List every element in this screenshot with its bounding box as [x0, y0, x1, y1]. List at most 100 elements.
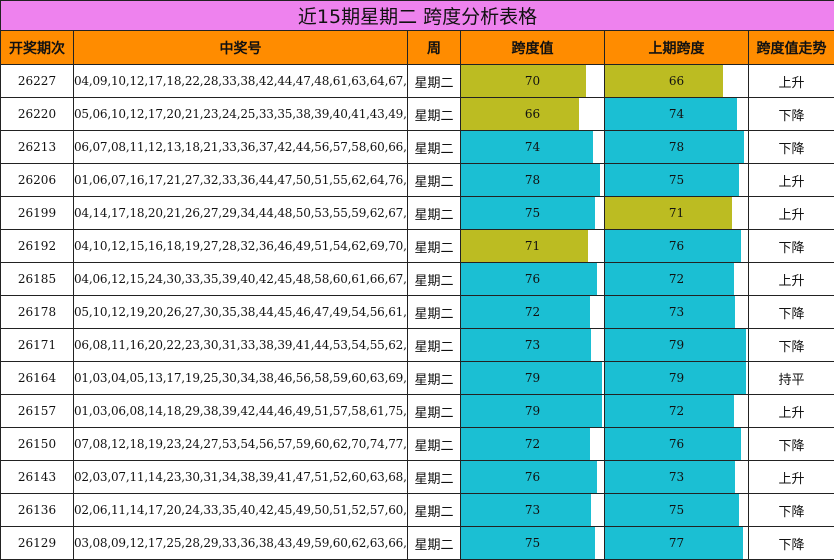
- trend-cell: 持平: [747, 361, 834, 395]
- table-row: 26227 04,09,10,12,17,18,22,28,33,38,42,44…: [0, 64, 834, 98]
- table-row: 26129 03,08,09,12,17,25,28,29,33,36,38,43…: [0, 526, 834, 560]
- week-cell: 星期二: [407, 130, 461, 164]
- table-row: 26157 01,03,06,08,14,18,29,38,39,42,44,46…: [0, 394, 834, 428]
- issue-cell: 26178: [0, 295, 74, 329]
- span-value: 71: [524, 238, 541, 253]
- trend-cell: 下降: [747, 427, 834, 461]
- week-cell: 星期二: [407, 163, 461, 197]
- week-cell: 星期二: [407, 493, 461, 527]
- span-bar-cell: 79: [460, 361, 605, 395]
- span-bar-cell: 71: [460, 229, 605, 263]
- winning-numbers-cell: 06,07,08,11,12,13,18,21,33,36,37,42,44,5…: [73, 130, 408, 164]
- issue-cell: 26227: [0, 64, 74, 98]
- issue-cell: 26192: [0, 229, 74, 263]
- winning-numbers-cell: 02,06,11,14,17,20,24,33,35,40,42,45,49,5…: [73, 493, 408, 527]
- prev-span-value: 77: [668, 535, 685, 550]
- winning-numbers-cell: 05,06,10,12,17,20,21,23,24,25,33,35,38,3…: [73, 97, 408, 131]
- winning-numbers-cell: 07,08,12,18,19,23,24,27,53,54,56,57,59,6…: [73, 427, 408, 461]
- prev-span-bar-cell: 72: [604, 394, 749, 428]
- table-row: 26178 05,10,12,19,20,26,27,30,35,38,44,45…: [0, 295, 834, 329]
- table-row: 26136 02,06,11,14,17,20,24,33,35,40,42,45…: [0, 493, 834, 527]
- span-bar-cell: 73: [460, 493, 605, 527]
- table-row: 26164 01,03,04,05,13,17,19,25,30,34,38,46…: [0, 361, 834, 395]
- header-prev-span: 上期跨度: [604, 30, 749, 65]
- prev-span-value: 76: [668, 238, 685, 253]
- table-title: 近15期星期二 跨度分析表格: [0, 0, 834, 31]
- week-cell: 星期二: [407, 97, 461, 131]
- trend-cell: 下降: [747, 493, 834, 527]
- issue-cell: 26157: [0, 394, 74, 428]
- table-row: 26171 06,08,11,16,20,22,23,30,31,33,38,39…: [0, 328, 834, 362]
- issue-cell: 26171: [0, 328, 74, 362]
- week-cell: 星期二: [407, 361, 461, 395]
- header-trend: 跨度值走势: [747, 30, 834, 65]
- issue-cell: 26164: [0, 361, 74, 395]
- prev-span-value: 72: [668, 403, 685, 418]
- prev-span-value: 76: [668, 436, 685, 451]
- winning-numbers-cell: 03,08,09,12,17,25,28,29,33,36,38,43,49,5…: [73, 526, 408, 560]
- span-bar-cell: 76: [460, 460, 605, 494]
- header-numbers: 中奖号: [73, 30, 408, 65]
- issue-cell: 26213: [0, 130, 74, 164]
- prev-span-bar-cell: 74: [604, 97, 749, 131]
- winning-numbers-cell: 01,06,07,16,17,21,27,32,33,36,44,47,50,5…: [73, 163, 408, 197]
- table-row: 26143 02,03,07,11,14,23,30,31,34,38,39,41…: [0, 460, 834, 494]
- span-bar-cell: 74: [460, 130, 605, 164]
- week-cell: 星期二: [407, 427, 461, 461]
- week-cell: 星期二: [407, 394, 461, 428]
- issue-cell: 26150: [0, 427, 74, 461]
- span-value: 66: [524, 106, 541, 121]
- week-cell: 星期二: [407, 229, 461, 263]
- table-row: 26192 04,10,12,15,16,18,19,27,28,32,36,46…: [0, 229, 834, 263]
- prev-span-bar-cell: 73: [604, 460, 749, 494]
- issue-cell: 26185: [0, 262, 74, 296]
- span-value: 79: [524, 370, 541, 385]
- prev-span-bar-cell: 75: [604, 163, 749, 197]
- table-row: 26185 04,06,12,15,24,30,33,35,39,40,42,45…: [0, 262, 834, 296]
- prev-span-bar-cell: 79: [604, 328, 749, 362]
- trend-cell: 上升: [747, 196, 834, 230]
- span-bar-cell: 76: [460, 262, 605, 296]
- span-bar: [461, 98, 579, 130]
- trend-cell: 下降: [747, 229, 834, 263]
- winning-numbers-cell: 05,10,12,19,20,26,27,30,35,38,44,45,46,4…: [73, 295, 408, 329]
- prev-span-bar-cell: 78: [604, 130, 749, 164]
- prev-span-value: 75: [668, 502, 685, 517]
- week-cell: 星期二: [407, 526, 461, 560]
- span-value: 79: [524, 403, 541, 418]
- trend-cell: 上升: [747, 163, 834, 197]
- winning-numbers-cell: 01,03,06,08,14,18,29,38,39,42,44,46,49,5…: [73, 394, 408, 428]
- week-cell: 星期二: [407, 460, 461, 494]
- span-value: 76: [524, 469, 541, 484]
- prev-span-value: 71: [668, 205, 685, 220]
- span-bar-cell: 78: [460, 163, 605, 197]
- winning-numbers-cell: 04,09,10,12,17,18,22,28,33,38,42,44,47,4…: [73, 64, 408, 98]
- header-week: 周: [407, 30, 461, 65]
- span-bar-cell: 75: [460, 196, 605, 230]
- span-bar-cell: 72: [460, 427, 605, 461]
- issue-cell: 26199: [0, 196, 74, 230]
- prev-span-value: 78: [668, 139, 685, 154]
- table-row: 26150 07,08,12,18,19,23,24,27,53,54,56,57…: [0, 427, 834, 461]
- table-row: 26213 06,07,08,11,12,13,18,21,33,36,37,42…: [0, 130, 834, 164]
- trend-cell: 下降: [747, 97, 834, 131]
- span-bar-cell: 79: [460, 394, 605, 428]
- trend-cell: 上升: [747, 64, 834, 98]
- winning-numbers-cell: 02,03,07,11,14,23,30,31,34,38,39,41,47,5…: [73, 460, 408, 494]
- issue-cell: 26206: [0, 163, 74, 197]
- span-bar-cell: 75: [460, 526, 605, 560]
- header-span: 跨度值: [460, 30, 605, 65]
- prev-span-bar: [605, 65, 723, 97]
- week-cell: 星期二: [407, 64, 461, 98]
- span-value: 76: [524, 271, 541, 286]
- week-cell: 星期二: [407, 295, 461, 329]
- prev-span-bar-cell: 76: [604, 229, 749, 263]
- trend-cell: 上升: [747, 262, 834, 296]
- week-cell: 星期二: [407, 262, 461, 296]
- week-cell: 星期二: [407, 328, 461, 362]
- week-cell: 星期二: [407, 196, 461, 230]
- prev-span-value: 75: [668, 172, 685, 187]
- span-bar: [461, 65, 587, 97]
- trend-cell: 上升: [747, 460, 834, 494]
- span-value: 75: [524, 535, 541, 550]
